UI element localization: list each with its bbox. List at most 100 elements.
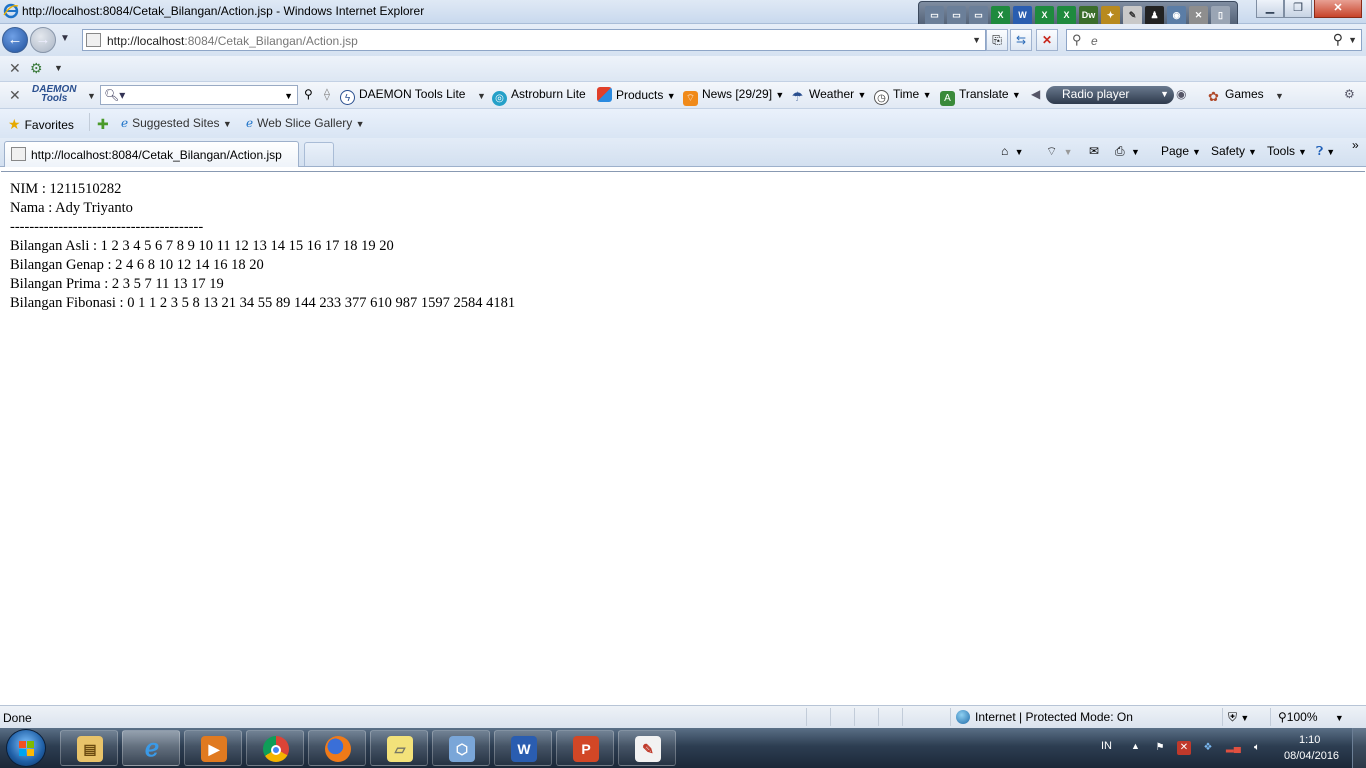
daemon-tools-lite-menu[interactable]: ϟ DAEMON Tools Lite (340, 87, 465, 105)
folder-icon[interactable]: ▭ (925, 6, 944, 25)
taskbar: ▤ ℯ ▶ ▱ ⬡ W P ✎ IN ▲ ⚑ ✕ ❖ ▂▄ 🔈︎ 1:10 08… (0, 728, 1366, 768)
news-menu[interactable]: ⌔ News [29/29] ▼ (683, 87, 784, 106)
zoom-control[interactable]: ⚲100% ▼ (1278, 710, 1344, 724)
logo-dropdown-icon[interactable]: ▼ (87, 91, 96, 101)
address-bar[interactable]: http://localhost:8084/Cetak_Bilangan/Act… (82, 29, 986, 51)
taskbar-word[interactable]: W (494, 730, 552, 766)
toolbar-settings-icon[interactable]: ⚙ (1344, 87, 1355, 101)
taskbar-internet-explorer[interactable]: ℯ (122, 730, 180, 766)
add-favorite-icon: ✚ (97, 116, 109, 132)
taskbar-chrome[interactable] (246, 730, 304, 766)
address-url[interactable]: http://localhost:8084/Cetak_Bilangan/Act… (107, 34, 358, 48)
toolbar-search-button[interactable]: ⚲ (304, 87, 313, 101)
dropbox-icon[interactable]: ❖ (1201, 741, 1215, 755)
radio-volume-icon[interactable]: ◉ (1176, 87, 1186, 101)
protected-mode-button[interactable]: ⛨ ▼ (1228, 710, 1249, 725)
excel-icon[interactable]: X (1035, 6, 1054, 25)
forward-button[interactable]: → (30, 27, 56, 53)
security-zone[interactable]: Internet | Protected Mode: On (956, 710, 1133, 724)
taskbar-firefox[interactable] (308, 730, 366, 766)
security-alert-icon[interactable]: ✕ (1177, 741, 1191, 755)
media-player-icon: ▶ (201, 736, 227, 762)
games-dropdown-icon[interactable]: ▼ (1275, 91, 1284, 101)
folder-icon[interactable]: ▭ (947, 6, 966, 25)
clock-date[interactable]: 08/04/2016 (1284, 750, 1339, 762)
action-center-icon[interactable]: ⚑ (1153, 741, 1167, 755)
compatibility-view-icon[interactable]: ⎘ (986, 29, 1008, 51)
daemon-dropdown-icon[interactable]: ▼ (477, 91, 486, 101)
tab-action-jsp[interactable]: http://localhost:8084/Cetak_Bilangan/Act… (4, 141, 299, 167)
time-menu[interactable]: ◷ Time ▼ (874, 87, 932, 105)
toolbar-search-dropdown-icon[interactable]: ▼ (284, 91, 293, 101)
close-toolbar-icon[interactable]: ✕ (9, 87, 21, 104)
print-button[interactable]: ⎙ ▼ (1115, 144, 1140, 159)
radio-dropdown-icon[interactable]: ▼ (1160, 86, 1169, 103)
help-button[interactable]: ❓︎ ▼ (1316, 144, 1335, 159)
mail-icon: ✉ (1089, 144, 1100, 158)
add-to-favorites-button[interactable]: ✚ (97, 116, 113, 133)
show-desktop-button[interactable] (1352, 728, 1366, 768)
astroburn-lite-link[interactable]: ◎ Astroburn Lite (492, 87, 586, 106)
clock-time[interactable]: 1:10 (1299, 734, 1320, 746)
word-icon[interactable]: W (1013, 6, 1032, 25)
excel-icon[interactable]: X (991, 6, 1010, 25)
addon-settings-icon[interactable]: ⚙ (30, 60, 43, 77)
weather-menu[interactable]: ☂ Weather ▼ (790, 87, 867, 104)
search-dropdown-icon[interactable]: ▼ (1348, 35, 1357, 45)
figure-icon[interactable]: ♟ (1145, 6, 1164, 25)
feeds-button[interactable]: ⌔ ▼ (1046, 144, 1073, 159)
tools-menu[interactable]: Tools ▼ (1267, 144, 1307, 158)
radio-player-dropdown[interactable]: Radio player ▼ (1046, 86, 1174, 104)
daemon-tools-logo[interactable]: DAEMON Tools (32, 85, 76, 104)
taskbar-paint[interactable]: ✎ (618, 730, 676, 766)
read-mail-button[interactable]: ✉ (1089, 144, 1099, 158)
toolbar-search-input[interactable]: 🔍︎▾ ▼ (100, 85, 298, 105)
tools-icon[interactable]: ✦ (1101, 6, 1120, 25)
taskbar-powerpoint[interactable]: P (556, 730, 614, 766)
ie-page-icon: ℯ (246, 116, 254, 130)
taskbar-media-player[interactable]: ▶ (184, 730, 242, 766)
show-hidden-icons-icon[interactable]: ▲ (1131, 741, 1140, 751)
products-menu[interactable]: Products ▼ (597, 87, 676, 102)
games-menu[interactable]: ✿ Games (1206, 87, 1264, 104)
refresh-icon[interactable]: ⇆ (1010, 29, 1032, 51)
back-button[interactable]: ← (2, 27, 28, 53)
safety-menu[interactable]: Safety ▼ (1211, 144, 1257, 158)
favorites-separator (89, 113, 90, 131)
maximize-button[interactable]: ❐ (1284, 0, 1312, 18)
translate-menu[interactable]: A Translate ▼ (940, 87, 1021, 106)
close-button[interactable]: ✕ (1314, 0, 1362, 18)
radio-prev-icon[interactable]: ◀ (1031, 87, 1040, 101)
search-box[interactable]: ⚲ e ⚲ ▼ (1066, 29, 1362, 51)
history-dropdown-icon[interactable]: ▼ (60, 33, 70, 44)
toolbar-resize-handle[interactable]: ⟠ (324, 87, 330, 101)
stop-icon[interactable]: ✕ (1036, 29, 1058, 51)
taskbar-virtualbox[interactable]: ⬡ (432, 730, 490, 766)
search-input[interactable]: e (1091, 34, 1098, 48)
web-slice-gallery-link[interactable]: ℯ Web Slice Gallery ▼ (246, 116, 365, 130)
tools-icon[interactable]: ✕ (1189, 6, 1208, 25)
close-toolbar-icon[interactable]: ✕ (9, 60, 21, 77)
favorites-button[interactable]: ★ Favorites (8, 116, 74, 133)
excel-icon[interactable]: X (1057, 6, 1076, 25)
notepad-icon[interactable]: ✎ (1123, 6, 1142, 25)
start-button[interactable] (6, 729, 46, 767)
volume-icon[interactable]: 🔈︎ (1250, 741, 1264, 755)
taskbar-sticky-notes[interactable]: ▱ (370, 730, 428, 766)
page-menu[interactable]: Page ▼ (1161, 144, 1201, 158)
language-indicator[interactable]: IN (1101, 740, 1112, 752)
network-icon[interactable]: ▂▄ (1226, 741, 1241, 755)
dreamweaver-icon[interactable]: Dw (1079, 6, 1098, 25)
suggested-sites-link[interactable]: ℯ Suggested Sites ▼ (121, 116, 232, 130)
minimize-button[interactable]: ▁ (1256, 0, 1284, 18)
network-icon[interactable]: ◉ (1167, 6, 1186, 25)
address-dropdown-icon[interactable]: ▼ (972, 35, 981, 45)
addon-dropdown-icon[interactable]: ▼ (54, 63, 63, 73)
more-commands-icon[interactable]: » (1352, 138, 1359, 152)
home-button[interactable]: ⌂ ▼ (1001, 144, 1024, 158)
folder-icon[interactable]: ▭ (969, 6, 988, 25)
search-icon[interactable]: ⚲ (1333, 31, 1343, 48)
recycle-bin-icon[interactable]: ▯ (1211, 6, 1230, 25)
new-tab-button[interactable] (304, 142, 334, 166)
taskbar-explorer[interactable]: ▤ (60, 730, 118, 766)
